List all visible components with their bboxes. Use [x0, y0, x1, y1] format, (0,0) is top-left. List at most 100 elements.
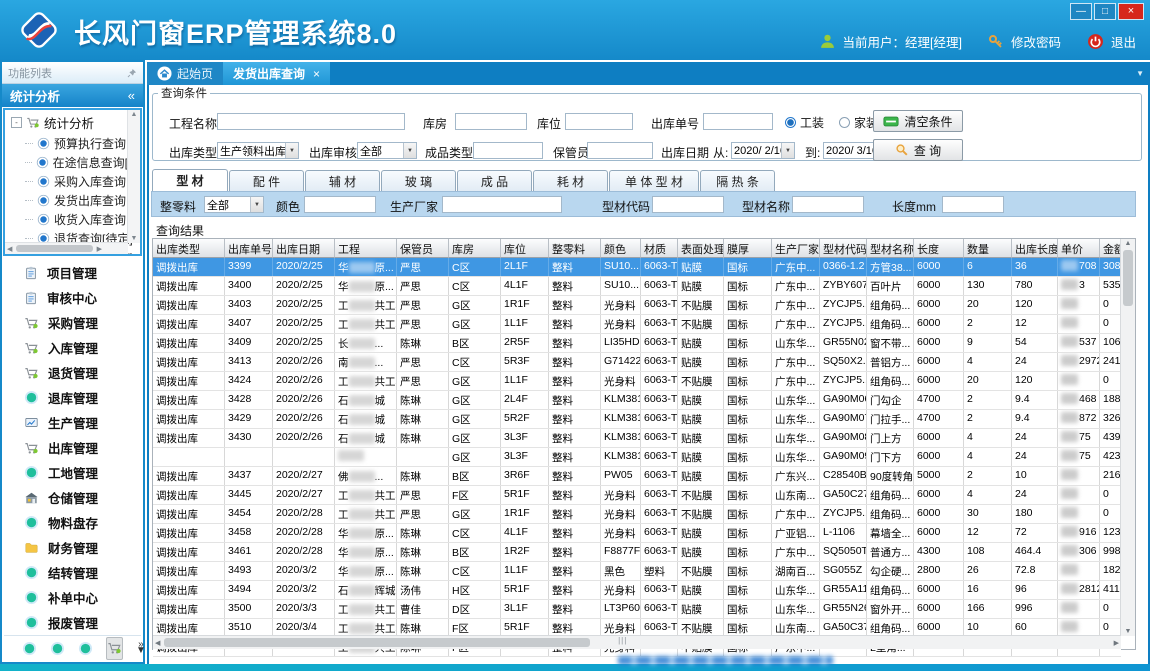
column-header[interactable]: 膜厚 [724, 239, 772, 258]
sidebar-item[interactable]: 采购管理 [2, 310, 143, 335]
column-header[interactable]: 出库类型 [153, 239, 225, 258]
location-input[interactable] [565, 113, 633, 130]
warehouse-input[interactable] [455, 113, 527, 130]
profile-name-input[interactable] [792, 196, 864, 213]
column-header[interactable]: 出库日期 [273, 239, 335, 258]
sidebar-group-header[interactable]: 统计分析 « [2, 84, 143, 107]
order-no-input[interactable] [703, 113, 773, 130]
table-row[interactable]: 调拨出库34072020/2/25工共工程严思G区1L1F整料光身料6063-T… [153, 315, 1121, 334]
tree-vertical-scrollbar[interactable]: ▲ ▼ [127, 110, 140, 243]
table-row[interactable]: G区3L3F整料KLM38176063-T5贴膜国标山东华...GA90M09.… [153, 448, 1121, 467]
scroll-right-icon[interactable]: ▶ [1112, 638, 1121, 648]
sidebar-item[interactable]: 审核中心 [2, 285, 143, 310]
column-header[interactable]: 长度 [914, 239, 964, 258]
profile-code-input[interactable] [652, 196, 724, 213]
table-row[interactable]: 调拨出库34092020/2/25长...陈琳B区2R5F整料LI35HD606… [153, 334, 1121, 353]
column-header[interactable]: 型材名称 [867, 239, 914, 258]
scroll-right-icon[interactable]: ▶ [95, 244, 104, 254]
expander-icon[interactable]: - [11, 117, 22, 128]
table-row[interactable]: 调拨出库34452020/2/27工共工程严思F区5R1F整料光身料6063-T… [153, 486, 1121, 505]
table-row[interactable]: 调拨出库34942020/3/2石辉城汤伟H区5R1F整料光身料6063-T5贴… [153, 581, 1121, 600]
column-header[interactable]: 保管员 [397, 239, 449, 258]
pin-icon[interactable] [127, 68, 137, 78]
column-header[interactable]: 金额 [1100, 239, 1121, 258]
tab-close-icon[interactable]: × [313, 67, 320, 81]
sidebar-item[interactable]: 补单中心 [2, 585, 143, 610]
tree-item[interactable]: 发货出库查询 [5, 191, 140, 210]
scrollbar-thumb[interactable] [16, 245, 92, 252]
table-row[interactable]: 调拨出库34292020/2/26石城陈琳G区5R2F整料KLM38176063… [153, 410, 1121, 429]
column-header[interactable]: 库房 [449, 239, 501, 258]
scroll-down-icon[interactable]: ▼ [1123, 627, 1134, 636]
search-button[interactable]: 查 询 [873, 139, 963, 161]
material-tab[interactable]: 配 件 [229, 170, 304, 191]
grid-vertical-scrollbar[interactable]: ▲ ▼ [1120, 239, 1135, 636]
sidebar-shortcut-dot-icon[interactable] [78, 641, 93, 656]
table-row[interactable]: 调拨出库34542020/2/28工共工程严思G区1R1F整料光身料6063-T… [153, 505, 1121, 524]
column-header[interactable]: 材质 [641, 239, 678, 258]
column-header[interactable]: 整零料 [549, 239, 601, 258]
sidebar-item[interactable]: 退库管理 [2, 385, 143, 410]
tree-horizontal-scrollbar[interactable]: ◀ ▶ [5, 242, 128, 254]
color-input[interactable] [304, 196, 376, 213]
table-row[interactable]: 调拨出库34302020/2/26石城陈琳G区3L3F整料KLM38176063… [153, 429, 1121, 448]
table-row[interactable]: 调拨出库34932020/3/2华原...陈琳C区1L1F整料黑色塑料不贴膜国标… [153, 562, 1121, 581]
minimize-button[interactable]: — [1070, 3, 1092, 20]
table-row[interactable]: 调拨出库34612020/2/28华原...陈琳B区1R2F整料F8877FT6… [153, 543, 1121, 562]
material-tab[interactable]: 耗 材 [533, 170, 608, 191]
clear-conditions-button[interactable]: 清空条件 [873, 110, 963, 132]
sidebar-item[interactable]: 退货管理 [2, 360, 143, 385]
collapse-icon[interactable]: « [128, 88, 135, 103]
tab-home[interactable]: 起始页 [147, 62, 223, 85]
grid-horizontal-scrollbar[interactable]: ◀ ||| ▶ [153, 635, 1121, 649]
logout-button[interactable]: 退出 [1111, 32, 1136, 51]
table-row[interactable]: 调拨出库34372020/2/27佛...陈琳B区3R6F整料PW056063-… [153, 467, 1121, 486]
material-tab[interactable]: 成 品 [457, 170, 532, 191]
sidebar-item[interactable]: 工地管理 [2, 460, 143, 485]
scrollbar-thumb[interactable] [164, 638, 589, 647]
column-header[interactable]: 生产厂家 [772, 239, 820, 258]
column-header[interactable]: 工程 [335, 239, 397, 258]
tree-item[interactable]: 预算执行查询 [5, 134, 140, 153]
scroll-up-icon[interactable]: ▲ [1123, 239, 1134, 248]
table-row[interactable]: 调拨出库34132020/2/26南...严思C区5R3F整料G71422606… [153, 353, 1121, 372]
tree-root[interactable]: - 统计分析 [5, 110, 140, 134]
length-input[interactable] [942, 196, 1004, 213]
material-tab[interactable]: 单 体 型 材 [609, 170, 699, 191]
column-header[interactable]: 颜色 [601, 239, 641, 258]
tabstrip-caret-icon[interactable]: ▼ [1136, 69, 1144, 78]
product-type-input[interactable] [473, 142, 543, 159]
whole-part-combobox[interactable]: 全部 ▼ [204, 196, 264, 213]
tree-item[interactable]: 收货入库查询 [5, 210, 140, 229]
sidebar-item[interactable]: 报废管理 [2, 610, 143, 635]
material-tab[interactable]: 玻 璃 [381, 170, 456, 191]
out-type-combobox[interactable]: 生产领料出库 ▼ [217, 142, 299, 159]
table-row[interactable]: 调拨出库34032020/2/25工共工程严思G区1R1F整料光身料6063-T… [153, 296, 1121, 315]
sidebar-item[interactable]: 生产管理 [2, 410, 143, 435]
column-header[interactable]: 表面处理 [678, 239, 724, 258]
tree-item[interactable]: 采购入库查询 [5, 172, 140, 191]
sidebar-shortcut-dot-icon[interactable] [22, 641, 37, 656]
table-row[interactable]: 调拨出库34282020/2/26石城陈琳G区2L4F整料KLM38176063… [153, 391, 1121, 410]
sidebar-overflow-chevron[interactable]: »▼ [136, 642, 146, 654]
scroll-down-icon[interactable]: ▼ [129, 234, 140, 243]
column-header[interactable]: 出库单号 [225, 239, 273, 258]
sidebar-shortcut-dot-icon[interactable] [50, 641, 65, 656]
scrollbar-thumb[interactable] [1123, 250, 1133, 306]
tab-shipment-outbound-query[interactable]: 发货出库查询 × [223, 62, 330, 85]
column-header[interactable]: 单价 [1058, 239, 1100, 258]
audit-combobox[interactable]: 全部 ▼ [357, 142, 417, 159]
column-header[interactable]: 库位 [501, 239, 549, 258]
table-row[interactable]: 调拨出库34242020/2/26工共工程严思G区1L1F整料光身料6063-T… [153, 372, 1121, 391]
material-tab[interactable]: 辅 材 [305, 170, 380, 191]
change-password-button[interactable]: 修改密码 [1011, 32, 1061, 51]
sidebar-item[interactable]: 项目管理 [2, 260, 143, 285]
maximize-button[interactable]: □ [1094, 3, 1116, 20]
table-row[interactable]: 调拨出库33992020/2/25华原...严思C区2L1F整料SU10...6… [153, 258, 1121, 277]
table-row[interactable]: 调拨出库34002020/2/25华原...严思C区4L1F整料SU10...6… [153, 277, 1121, 296]
manufacturer-input[interactable] [442, 196, 562, 213]
table-row[interactable]: 调拨出库35002020/3/3工共工程曹佳D区3L1F整料LT3P606063… [153, 600, 1121, 619]
material-tab[interactable]: 型 材 [152, 169, 228, 191]
close-button[interactable]: × [1118, 3, 1144, 20]
scroll-left-icon[interactable]: ◀ [153, 638, 162, 648]
